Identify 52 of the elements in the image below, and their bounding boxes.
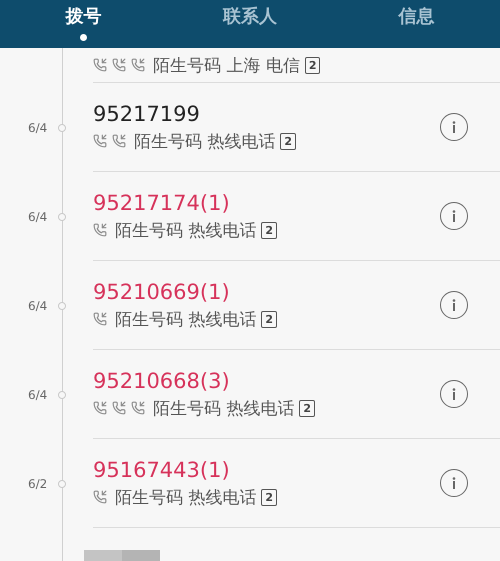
- call-description: 陌生号码 热线电话: [115, 220, 256, 242]
- timeline-node: [58, 480, 66, 488]
- phone-number: 95210669(1): [93, 280, 230, 304]
- sim-number: 2: [261, 488, 278, 506]
- call-date: 6/4: [28, 298, 48, 312]
- call-description: 陌生号码 热线电话: [153, 398, 294, 420]
- info-icon[interactable]: [440, 469, 468, 497]
- phone-number: 95167443(1): [93, 458, 230, 482]
- incoming-call-icon: [131, 58, 145, 72]
- call-description: 陌生号码 上海 电信: [153, 54, 300, 76]
- sim-number: 2: [280, 132, 296, 150]
- call-entry[interactable]: 陌生号码 上海 电信 2: [93, 48, 500, 83]
- incoming-call-icon: [93, 490, 107, 504]
- call-entry[interactable]: 95210668(3) 陌生号码 热线电话 2: [93, 350, 500, 439]
- call-entry[interactable]: 95217174(1) 陌生号码 热线电话 2: [93, 172, 500, 261]
- timeline-node: [58, 212, 66, 220]
- sim-number: 2: [304, 56, 320, 74]
- info-icon[interactable]: [440, 202, 468, 230]
- phone-number: 95217174(1): [93, 190, 230, 214]
- phone-number: 95210668(3): [93, 368, 230, 392]
- phone-number: 95217199: [93, 102, 200, 126]
- tab[interactable]: 信息: [398, 4, 435, 28]
- call-date: 6/2: [28, 476, 48, 490]
- incoming-call-icon: [93, 134, 107, 148]
- info-icon[interactable]: [440, 380, 468, 408]
- call-entry[interactable]: 95167443(1) 陌生号码 热线电话 2: [93, 439, 500, 528]
- incoming-call-icon: [93, 58, 107, 72]
- incoming-call-icon: [93, 312, 107, 326]
- incoming-call-icon: [131, 401, 145, 415]
- sim-number: 2: [261, 310, 278, 328]
- timeline-node: [58, 302, 66, 310]
- timeline-node: [58, 124, 66, 132]
- tab[interactable]: 拨号: [65, 4, 102, 28]
- timeline-node: [58, 390, 66, 398]
- incoming-call-icon: [112, 401, 126, 415]
- call-entry[interactable]: 95217199 陌生号码 热线电话 2: [93, 83, 500, 172]
- info-icon[interactable]: [440, 291, 468, 319]
- incoming-call-icon: [93, 223, 107, 237]
- call-entry[interactable]: 95210669(1) 陌生号码 热线电话 2: [93, 261, 500, 350]
- call-date: 6/4: [28, 388, 48, 402]
- info-icon[interactable]: [440, 113, 468, 141]
- call-date: 6/4: [28, 120, 48, 134]
- sim-number: 2: [299, 400, 316, 416]
- call-date: 6/4: [28, 210, 48, 224]
- call-description: 陌生号码 热线电话: [134, 130, 276, 152]
- incoming-call-icon: [93, 401, 107, 415]
- incoming-call-icon: [112, 58, 126, 72]
- tab[interactable]: 联系人: [223, 4, 277, 28]
- call-description: 陌生号码 热线电话: [115, 308, 256, 330]
- sim-number: 2: [261, 222, 278, 238]
- incoming-call-icon: [112, 134, 126, 148]
- call-description: 陌生号码 热线电话: [115, 486, 256, 508]
